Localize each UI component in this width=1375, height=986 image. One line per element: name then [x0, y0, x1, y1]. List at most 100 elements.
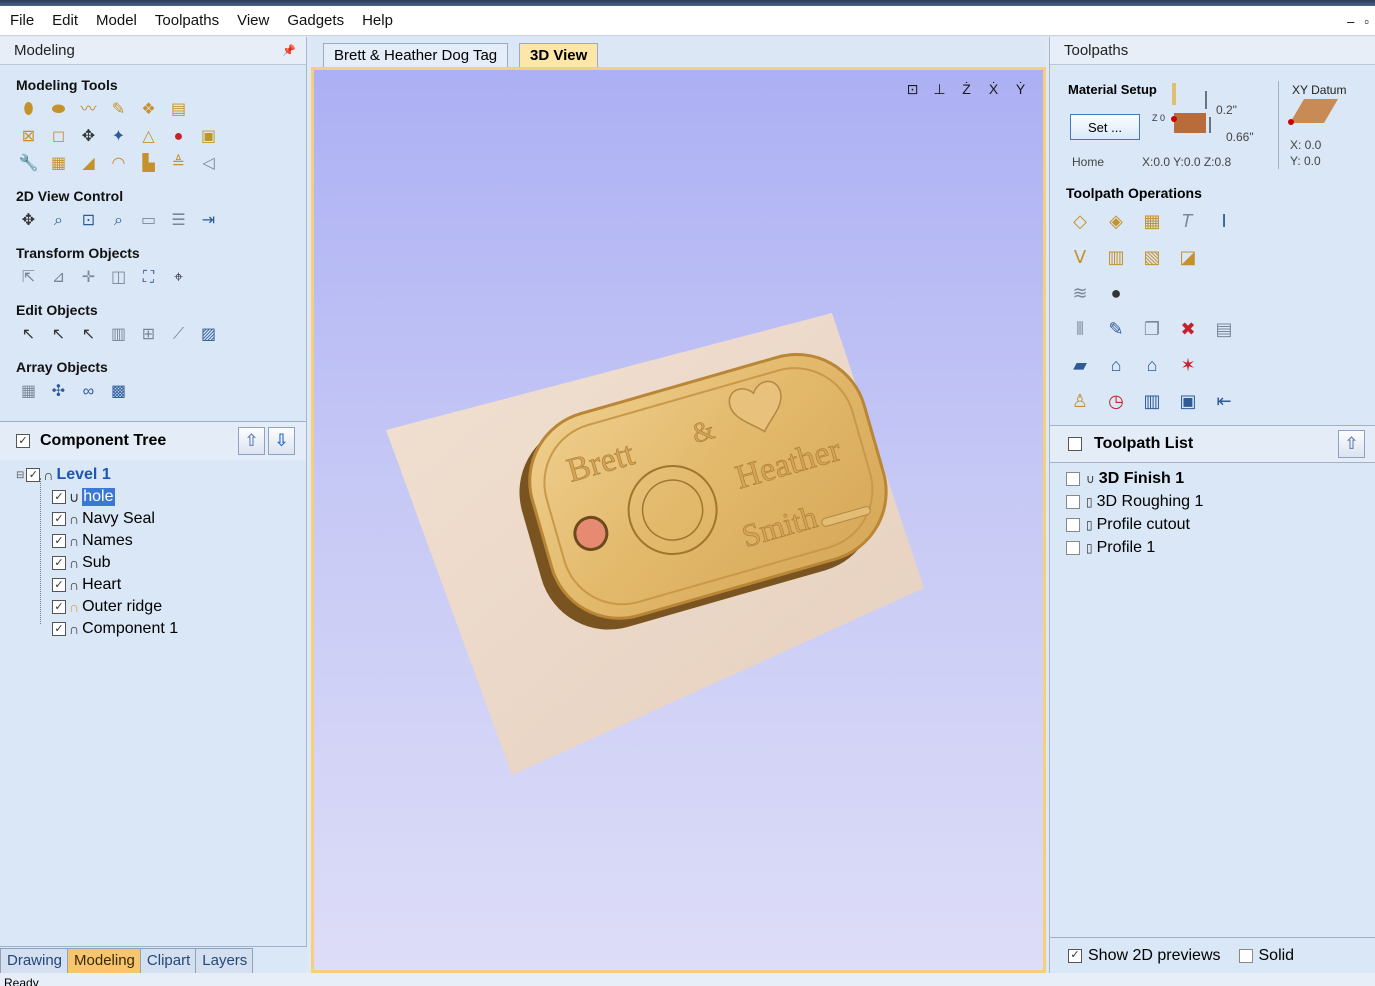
move-down-button[interactable]: ⇩ [268, 427, 295, 455]
component-tree-checkbox[interactable]: ✓ [16, 434, 30, 448]
two-rail-sweep-icon[interactable]: 〰 [78, 99, 99, 120]
ungroup-icon[interactable]: ▨ [198, 324, 219, 345]
view-z-icon[interactable]: Ż [956, 78, 977, 99]
pattern-icon[interactable]: ▦ [48, 153, 69, 174]
select-icon[interactable]: ↖ [18, 324, 39, 345]
scale-icon[interactable]: ⊿ [48, 267, 69, 288]
text-toolpath-icon[interactable]: 𝑇 [1176, 209, 1200, 233]
show-2d-previews-checkbox[interactable]: ✓ [1068, 948, 1082, 963]
sculpt-icon[interactable]: ✎ [108, 99, 129, 120]
circular-copy-icon[interactable]: ✣ [48, 381, 69, 402]
extrude-icon[interactable]: ⬬ [48, 99, 69, 120]
shape-icon[interactable]: ▣ [198, 126, 219, 147]
pin-icon[interactable]: 📌 [282, 37, 296, 65]
interactive-select-icon[interactable]: ▥ [108, 324, 129, 345]
drilling-toolpath-icon[interactable]: ▦ [1140, 209, 1164, 233]
bake-component-icon[interactable]: ▤ [168, 99, 189, 120]
align-icon[interactable]: ✛ [78, 267, 99, 288]
tree-item[interactable]: ✓ ∩ Outer ridge [0, 596, 306, 618]
tab-drawing[interactable]: Drawing [0, 948, 69, 973]
calculator-icon[interactable]: ▤ [1212, 317, 1236, 341]
slice-icon[interactable]: △ [138, 126, 159, 147]
block-copy-icon[interactable]: ▦ [18, 381, 39, 402]
measure-icon[interactable]: ⟋ [168, 324, 189, 345]
toolpath-item[interactable]: ▯ Profile 1 [1066, 536, 1203, 559]
move-object-icon[interactable]: ⇱ [18, 267, 39, 288]
preview-toolpath-icon[interactable]: ⌂ [1104, 353, 1128, 377]
zoom-icon[interactable]: ⌕ [108, 210, 129, 231]
menu-file[interactable]: File [0, 12, 42, 29]
reset-preview-icon[interactable]: ⌂ [1140, 353, 1164, 377]
menu-help[interactable]: Help [352, 12, 401, 29]
save-toolpath-icon[interactable]: ▣ [1176, 389, 1200, 413]
layers-icon[interactable]: ≜ [168, 153, 189, 174]
3d-finishing-icon[interactable]: ● [1104, 281, 1128, 305]
export-toolpath-icon[interactable]: ⇤ [1212, 389, 1236, 413]
tab-layers[interactable]: Layers [195, 948, 254, 973]
tree-item[interactable]: ✓ ∩ Navy Seal [0, 508, 306, 530]
move-icon[interactable]: ✦ [108, 126, 129, 147]
view-3d-icon[interactable]: ⇥ [198, 210, 219, 231]
tree-item[interactable]: ✓ ∩ Component 1 [0, 618, 306, 640]
menu-model[interactable]: Model [86, 12, 145, 29]
zoom-extents-icon[interactable]: ⊡ [78, 210, 99, 231]
tree-item[interactable]: ✓ ∩ Sub [0, 552, 306, 574]
copy-along-vector-icon[interactable]: ∞ [78, 381, 99, 402]
pan-icon[interactable]: ✥ [18, 210, 39, 231]
move-up-button[interactable]: ⇧ [238, 427, 265, 455]
lock-icon[interactable]: ▙ [138, 153, 159, 174]
merge-toolpaths-icon[interactable]: ✶ [1176, 353, 1200, 377]
menu-gadgets[interactable]: Gadgets [277, 12, 352, 29]
set-origin-icon[interactable]: ⌖ [168, 267, 189, 288]
transform-mode-icon[interactable]: ↖ [78, 324, 99, 345]
pocket-toolpath-icon[interactable]: ◈ [1104, 209, 1128, 233]
flip-icon[interactable]: ◻ [48, 126, 69, 147]
toolpath-item[interactable]: ▯ Profile cutout [1066, 513, 1203, 536]
minimize-icon[interactable]: – [1347, 14, 1354, 29]
solid-checkbox[interactable] [1238, 948, 1253, 963]
tree-item[interactable]: ✓ ∪ hole [0, 486, 306, 508]
round-icon[interactable]: ◠ [108, 153, 129, 174]
fade-icon[interactable]: ● [168, 126, 189, 147]
tree-item[interactable]: ✓ ∩ Names [0, 530, 306, 552]
view-y-icon[interactable]: Ẏ [1010, 78, 1031, 99]
mirror-icon[interactable]: ✥ [78, 126, 99, 147]
view-split-icon[interactable]: ☰ [168, 210, 189, 231]
toolpath-list-checkbox[interactable] [1068, 437, 1082, 451]
tree-item[interactable]: ✓ ∩ Heart [0, 574, 306, 596]
fluting-toolpath-icon[interactable]: ▥ [1104, 245, 1128, 269]
delete-toolpath-icon[interactable]: ✖ [1176, 317, 1200, 341]
preview-material-icon[interactable]: ▰ [1068, 353, 1092, 377]
tab-3d-view[interactable]: 3D View [519, 43, 599, 67]
copy-toolpath-icon[interactable]: ❐ [1140, 317, 1164, 341]
menu-view[interactable]: View [227, 12, 277, 29]
view-x-icon[interactable]: Ẋ [983, 78, 1004, 99]
tab-clipart[interactable]: Clipart [139, 948, 197, 973]
toolpath-tiling-icon[interactable]: ⫴ [1068, 317, 1092, 341]
menu-edit[interactable]: Edit [42, 12, 86, 29]
group-icon[interactable]: ⊞ [138, 324, 159, 345]
create-shape-icon[interactable]: ⬮ [18, 99, 39, 120]
3d-viewport[interactable]: ⊡ ⊥ Ż Ẋ Ẏ Brett & Heather Smith [311, 67, 1046, 973]
toolpath-move-up-button[interactable]: ⇧ [1338, 430, 1365, 458]
mirror-object-icon[interactable]: ◫ [108, 267, 129, 288]
restore-icon[interactable]: ▫ [1364, 14, 1369, 29]
create-component-icon[interactable]: ❖ [138, 99, 159, 120]
nesting-icon[interactable]: ▩ [108, 381, 129, 402]
zoom-box-icon[interactable]: ⌕ [48, 210, 69, 231]
menu-toolpaths[interactable]: Toolpaths [145, 12, 227, 29]
inlay-toolpath-icon[interactable]: Ⅰ [1212, 209, 1236, 233]
material-setup-button[interactable]: Set ... [1070, 114, 1140, 140]
dome-icon[interactable]: ◢ [78, 153, 99, 174]
edit-toolpath-icon[interactable]: ✎ [1104, 317, 1128, 341]
tools-icon[interactable]: 🔧 [18, 153, 39, 174]
tree-level[interactable]: ⊟ ✓ ∩ Level 1 [0, 464, 306, 486]
vector-icon[interactable]: ◁ [198, 153, 219, 174]
texture-icon[interactable]: ⊠ [18, 126, 39, 147]
3d-roughing-icon[interactable]: ≋ [1068, 281, 1092, 305]
texture-toolpath-icon[interactable]: ▧ [1140, 245, 1164, 269]
vcarve-toolpath-icon[interactable]: Ⅴ [1068, 245, 1092, 269]
distort-icon[interactable]: ⛶ [138, 267, 159, 288]
prism-toolpath-icon[interactable]: ◪ [1176, 245, 1200, 269]
toolpath-item[interactable]: ▯ 3D Roughing 1 [1066, 490, 1203, 513]
